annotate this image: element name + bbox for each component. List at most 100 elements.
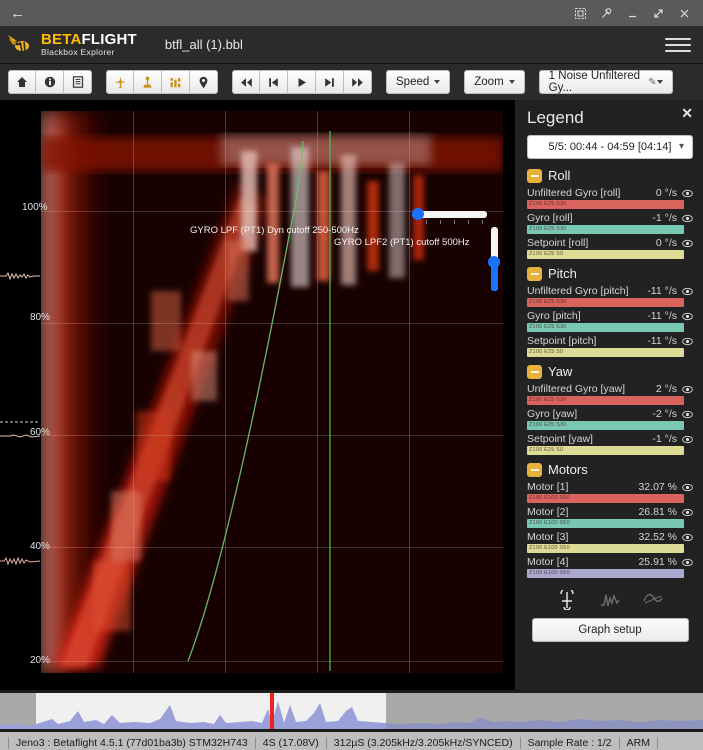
visibility-eye-icon[interactable] — [682, 287, 693, 296]
group-collapse-toggle[interactable] — [527, 168, 542, 183]
chevron-down-icon — [656, 80, 663, 84]
bars-view-button[interactable] — [162, 70, 190, 94]
visibility-eye-icon[interactable] — [682, 189, 693, 198]
log-range-selector[interactable]: 5/5: 00:44 - 04:59 [04:14] ▾ — [527, 135, 693, 159]
legend-field[interactable]: Unfiltered Gyro [roll] 0 °/s Z100 E25 S30 — [527, 187, 693, 209]
screenshot-icon[interactable] — [567, 2, 593, 24]
legend-field-label: Gyro [roll] — [527, 212, 573, 224]
visibility-eye-icon[interactable] — [682, 410, 693, 419]
status-arm-flag: ARM — [620, 737, 658, 749]
filter-cutoff-curves — [187, 131, 331, 671]
visibility-eye-icon[interactable] — [682, 558, 693, 567]
craft-view-button[interactable] — [106, 70, 134, 94]
legend-field-row: Setpoint [roll] 0 °/s — [527, 237, 693, 249]
playhead-cursor[interactable] — [270, 693, 274, 729]
legend-field[interactable]: Unfiltered Gyro [pitch] -11 °/s Z100 E25 S… — [527, 285, 693, 307]
jump-start-button[interactable] — [232, 70, 260, 94]
speed-label: Speed — [396, 76, 430, 88]
visibility-eye-icon[interactable] — [682, 385, 693, 394]
home-button[interactable] — [8, 70, 36, 94]
zoom-dropdown[interactable]: Zoom — [464, 70, 525, 94]
log-range-value: 5/5: 00:44 - 04:59 [04:14] — [548, 141, 672, 153]
edit-pencil-icon[interactable]: ✎ — [648, 77, 656, 88]
spectrogram-graph[interactable]: 100% 80% 60% 40% 20% 0% 0Hz 160Hz 321Hz … — [0, 100, 515, 690]
trace-icon[interactable] — [599, 590, 621, 610]
legend-field[interactable]: Gyro [roll] -1 °/s Z100 E25 S30 — [527, 212, 693, 234]
legend-field[interactable]: Setpoint [yaw] -1 °/s Z100 E25 S0 — [527, 433, 693, 455]
horizontal-zoom-slider[interactable] — [412, 208, 487, 224]
close-icon[interactable] — [671, 2, 697, 24]
play-button[interactable] — [288, 70, 316, 94]
maximize-icon[interactable] — [645, 2, 671, 24]
visibility-eye-icon[interactable] — [682, 337, 693, 346]
visibility-eye-icon[interactable] — [682, 435, 693, 444]
legend-close-icon[interactable]: ✕ — [681, 106, 693, 120]
back-arrow-icon[interactable]: ← — [10, 6, 25, 21]
visibility-eye-icon[interactable] — [682, 312, 693, 321]
legend-field-row: Unfiltered Gyro [pitch] -11 °/s — [527, 285, 693, 297]
legend-field[interactable]: Gyro [pitch] -11 °/s Z100 E25 S30 — [527, 310, 693, 332]
legend-group-header[interactable]: Yaw — [527, 364, 693, 379]
y-tick-20: 20% — [30, 655, 51, 666]
sticks-view-button[interactable] — [134, 70, 162, 94]
info-button[interactable] — [36, 70, 64, 94]
graph-setup-button[interactable]: Graph setup — [531, 618, 689, 642]
legend-field-bar[interactable]: Z100 E25 S30 — [527, 323, 684, 332]
legend-field-bar[interactable]: Z100 E100 S50 — [527, 544, 684, 553]
legend-group-header[interactable]: Roll — [527, 168, 693, 183]
legend-group-header[interactable]: Pitch — [527, 266, 693, 281]
step-forward-button[interactable] — [316, 70, 344, 94]
visibility-eye-icon[interactable] — [682, 533, 693, 542]
visibility-eye-icon[interactable] — [682, 483, 693, 492]
slider-handle[interactable] — [412, 208, 424, 220]
legend-field-bar[interactable]: Z100 E100 S50 — [527, 494, 684, 503]
map-view-button[interactable] — [190, 70, 218, 94]
legend-field-bar[interactable]: Z100 E25 S30 — [527, 225, 684, 234]
legend-field[interactable]: Motor [4] 25.91 % Z100 E100 S50 — [527, 556, 693, 578]
hamburger-menu-icon[interactable] — [665, 34, 691, 56]
legend-field-bar[interactable]: Z100 E25 S30 — [527, 396, 684, 405]
legend-field-value: -2 °/s — [652, 408, 677, 420]
group-collapse-toggle[interactable] — [527, 462, 542, 477]
timeline-seekbar[interactable] — [0, 690, 703, 732]
legend-field[interactable]: Motor [1] 32.07 % Z100 E100 S50 — [527, 481, 693, 503]
legend-field-bar[interactable]: Z100 E25 S30 — [527, 298, 684, 307]
minimize-icon[interactable] — [619, 2, 645, 24]
legend-field[interactable]: Motor [2] 26.81 % Z100 E100 S50 — [527, 506, 693, 528]
visibility-eye-icon[interactable] — [682, 214, 693, 223]
legend-field-bar[interactable]: Z100 E25 S0 — [527, 446, 684, 455]
log-button[interactable] — [64, 70, 92, 94]
legend-field-bar[interactable]: Z100 E25 S30 — [527, 200, 684, 209]
home-icon — [17, 77, 27, 87]
legend-field-label: Setpoint [pitch] — [527, 335, 597, 347]
legend-field-value: 26.81 % — [638, 506, 677, 518]
jump-end-button[interactable] — [344, 70, 372, 94]
legend-group-name: Motors — [548, 462, 588, 477]
legend-field[interactable]: Setpoint [roll] 0 °/s Z100 E25 S0 — [527, 237, 693, 259]
speed-dropdown[interactable]: Speed — [386, 70, 451, 94]
legend-field-bar[interactable]: Z100 E100 S50 — [527, 519, 684, 528]
legend-field[interactable]: Motor [3] 32.52 % Z100 E100 S50 — [527, 531, 693, 553]
step-back-button[interactable] — [260, 70, 288, 94]
visibility-eye-icon[interactable] — [682, 508, 693, 517]
visibility-eye-icon[interactable] — [682, 239, 693, 248]
legend-field-bar[interactable]: Z100 E25 S0 — [527, 250, 684, 259]
graph-select-dropdown[interactable]: 1 Noise Unfiltered Gy... ✎ — [538, 70, 673, 94]
slider-handle[interactable] — [488, 256, 500, 268]
legend-field-bar[interactable]: Z100 E25 S0 — [527, 348, 684, 357]
pin-icon[interactable] — [593, 2, 619, 24]
vertical-scale-slider[interactable] — [488, 227, 500, 291]
legend-group-header[interactable]: Motors — [527, 462, 693, 477]
legend-field-bar[interactable]: Z100 E25 S30 — [527, 421, 684, 430]
legend-field[interactable]: Unfiltered Gyro [yaw] 2 °/s Z100 E25 S30 — [527, 383, 693, 405]
status-looptime: 312µS (3.205kHz/3.205kHz/SYNCED) — [327, 737, 521, 749]
group-collapse-toggle[interactable] — [527, 364, 542, 379]
seek-track[interactable] — [0, 693, 703, 729]
brand-text: BETAFLIGHT Blackbox Explorer — [41, 32, 137, 57]
smoothing-icon[interactable] — [642, 590, 664, 610]
analyser-icon[interactable] — [556, 590, 578, 610]
legend-field[interactable]: Gyro [yaw] -2 °/s Z100 E25 S30 — [527, 408, 693, 430]
legend-field-bar[interactable]: Z100 E100 S50 — [527, 569, 684, 578]
legend-field[interactable]: Setpoint [pitch] -11 °/s Z100 E25 S0 — [527, 335, 693, 357]
group-collapse-toggle[interactable] — [527, 266, 542, 281]
